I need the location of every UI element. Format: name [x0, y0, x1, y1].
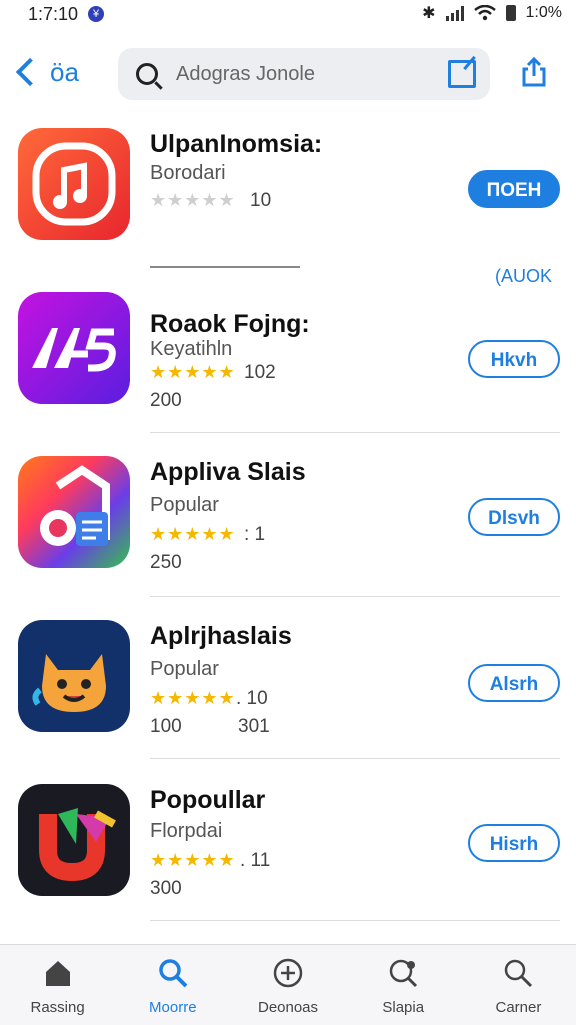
list-item[interactable]: UlpanInomsia: Borodari ★★★★★ 10 ПОЕН (AU…	[0, 126, 576, 286]
app-icon-cat	[18, 620, 130, 732]
search-input[interactable]: Adogras Jonole	[176, 63, 448, 86]
battery-percent: 1:0%	[525, 4, 562, 21]
divider	[150, 266, 300, 268]
bluetooth-icon: ✱	[422, 5, 436, 22]
app-title[interactable]: Aplrjhaslais	[150, 622, 292, 651]
app-icon-af	[18, 292, 130, 404]
list-item[interactable]: Appliva Slais Popular ★★★★★ : 1 250 Dlsv…	[0, 454, 576, 604]
app-meta: 250	[150, 552, 182, 573]
get-button[interactable]: Hisrh	[468, 824, 560, 862]
app-meta: 200	[150, 390, 182, 411]
add-icon	[273, 958, 303, 988]
divider	[150, 758, 560, 759]
app-meta-secondary: 301	[238, 716, 270, 737]
tab-search[interactable]: Moorre	[115, 945, 230, 1025]
get-button[interactable]: Alsrh	[468, 664, 560, 702]
list-item[interactable]: Popoullar Florpdai ★★★★★ . 11 300 Hisrh	[0, 782, 576, 932]
notification-badge-icon: ¥	[88, 6, 104, 22]
tab-add[interactable]: Deonoas	[230, 945, 345, 1025]
app-subtitle: Popular	[150, 658, 219, 680]
rating-stars: ★★★★★	[150, 850, 236, 870]
tab-bar: Rassing Moorre Deonoas Slapia Carner	[0, 944, 576, 1025]
list-item[interactable]: Roaok Fojng: Keyatihln ★★★★★ 102 200 Hkv…	[0, 290, 576, 440]
share-icon[interactable]	[518, 56, 550, 88]
search-icon	[159, 959, 188, 988]
app-icon-docs	[18, 456, 130, 568]
chevron-left-icon	[15, 57, 45, 87]
signal-icon	[445, 5, 464, 21]
back-button[interactable]: öa	[14, 50, 79, 94]
app-subtitle: Popular	[150, 494, 219, 516]
battery-icon	[505, 5, 516, 21]
wifi-icon	[473, 5, 496, 21]
search-icon	[505, 959, 533, 988]
app-title[interactable]: Popoullar	[150, 786, 265, 815]
rating-count: . 10	[236, 688, 268, 709]
app-subtitle: Keyatihln	[150, 338, 233, 360]
status-right: ✱ 1:0%	[422, 3, 562, 23]
rating-stars: ★★★★★	[150, 190, 236, 210]
rating-count: . 11	[240, 850, 271, 871]
rating-count: : 1	[244, 524, 266, 545]
search-icon	[136, 63, 158, 85]
get-button[interactable]: Dlsvh	[468, 498, 560, 536]
tab-search-plus[interactable]: Slapia	[346, 945, 461, 1025]
home-icon	[45, 961, 70, 986]
get-button[interactable]: ПОЕН	[468, 170, 560, 208]
app-icon-music	[18, 128, 130, 240]
divider	[150, 596, 560, 597]
tab-label: Slapia	[382, 999, 425, 1016]
get-button[interactable]: Hkvh	[468, 340, 560, 378]
status-time: 1:7:10	[28, 4, 79, 24]
section-link[interactable]: (AUOK	[495, 266, 552, 287]
list-item[interactable]: Aplrjhaslais Popular ★★★★★ . 10 100 301 …	[0, 618, 576, 768]
app-meta: 300	[150, 878, 182, 899]
tab-account[interactable]: Carner	[461, 945, 576, 1025]
tab-label: Deonoas	[257, 999, 319, 1016]
status-bar: 1:7:10 ¥ ✱ 1:0%	[0, 0, 576, 30]
back-label: öa	[50, 56, 79, 87]
edit-icon[interactable]	[448, 60, 476, 88]
app-title[interactable]: Roaok Fojng:	[150, 310, 310, 339]
rating-stars: ★★★★★	[150, 688, 236, 708]
rating-stars: ★★★★★	[150, 524, 236, 544]
divider	[150, 920, 560, 921]
app-icon-u	[18, 784, 130, 896]
rating-stars: ★★★★★	[150, 362, 236, 382]
search-bar[interactable]: Adogras Jonole	[118, 48, 490, 100]
app-title[interactable]: UlpanInomsia:	[150, 130, 322, 159]
tab-home[interactable]: Rassing	[0, 945, 115, 1025]
app-subtitle: Borodari	[150, 162, 226, 184]
app-subtitle: Florpdai	[150, 820, 223, 842]
search-plus-icon	[389, 959, 418, 988]
app-title[interactable]: Appliva Slais	[150, 458, 306, 487]
tab-label: Carner	[495, 999, 542, 1016]
rating-count: 102	[244, 362, 276, 383]
app-meta: 100	[150, 716, 182, 737]
rating-count: 10	[250, 190, 272, 211]
divider	[150, 432, 560, 433]
tab-label: Moorre	[149, 999, 197, 1016]
tab-label: Rassing	[30, 999, 85, 1016]
